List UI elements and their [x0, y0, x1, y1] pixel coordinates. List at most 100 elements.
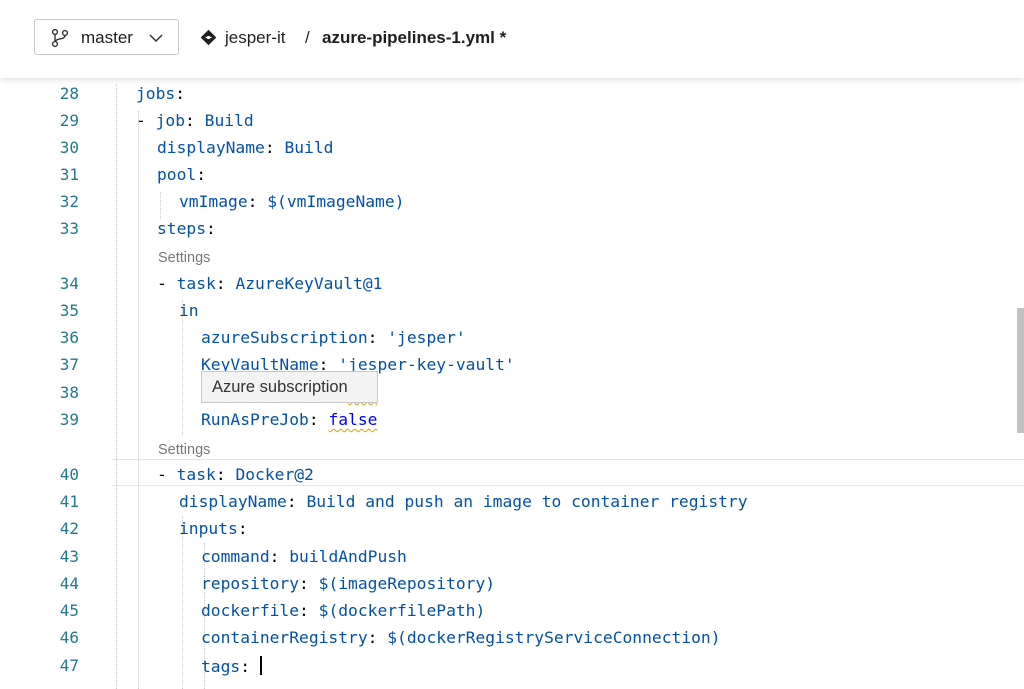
line-number: 38 [59, 383, 79, 402]
yaml-dash: - [157, 274, 177, 293]
code-line: 46 containerRegistry: $(dockerRegistrySe… [0, 624, 1024, 651]
yaml-colon: : [264, 138, 285, 157]
yaml-key: pool [157, 165, 197, 184]
yaml-key: inputs [179, 519, 238, 538]
yaml-dash: - [157, 465, 177, 484]
yaml-value: false [328, 410, 378, 429]
yaml-key: task [176, 465, 216, 484]
line-number: 46 [59, 628, 79, 647]
branch-name: master [81, 28, 133, 47]
yaml-key: displayName [179, 492, 287, 511]
line-number: 29 [59, 111, 79, 130]
hover-tooltip: Azure subscription [201, 371, 378, 403]
code-line: 33 steps: [0, 215, 1024, 242]
code-line: 34 - task: AzureKeyVault@1 [0, 270, 1024, 297]
repo-diamond-icon [200, 29, 217, 46]
code-line: 45 dockerfile: $(dockerfilePath) [0, 597, 1024, 624]
yaml-colon: : [237, 519, 248, 538]
code-line: 31 pool: [0, 161, 1024, 188]
line-number: 42 [59, 519, 79, 538]
vertical-scrollbar[interactable] [1017, 308, 1024, 433]
line-number: 35 [59, 301, 79, 320]
yaml-key: jobs [136, 84, 176, 103]
yaml-colon: : [206, 219, 216, 238]
yaml-colon: : [240, 657, 260, 676]
yaml-value: $(imageRepository) [318, 574, 496, 593]
yaml-colon: : [247, 192, 268, 211]
yaml-colon: : [196, 165, 207, 184]
yaml-key: azureSubscription [201, 328, 368, 347]
yaml-colon: : [367, 628, 388, 647]
yaml-colon: : [299, 574, 319, 593]
editor-header: master jesper-it / azure-pipelines-1.yml… [0, 0, 1024, 78]
line-number: 45 [59, 601, 79, 620]
yaml-key: task [176, 274, 216, 293]
code-line: 43 command: buildAndPush [0, 543, 1024, 570]
yaml-colon: : [367, 328, 388, 347]
line-number: 40 [59, 465, 79, 484]
line-number: 34 [59, 274, 79, 293]
yaml-colon: : [269, 547, 290, 566]
yaml-value: Build and push an image to container reg… [306, 492, 748, 511]
yaml-value: 'jesper' [387, 328, 466, 347]
code-line: 38 SecretsFilter: '*' [0, 379, 1024, 406]
yaml-colon: : [215, 274, 236, 293]
text-cursor [259, 656, 262, 675]
yaml-value: Docker@2 [235, 465, 314, 484]
line-number: 33 [59, 219, 79, 238]
yaml-colon: : [286, 492, 307, 511]
line-number: 32 [59, 192, 79, 211]
code-line: 36 azureSubscription: 'jesper' [0, 324, 1024, 351]
yaml-colon: : [299, 601, 319, 620]
code-line: 47 tags: [0, 652, 1024, 679]
yaml-value: Build [204, 111, 254, 130]
line-number: 28 [59, 84, 79, 103]
branch-selector[interactable]: master [34, 19, 179, 55]
code-line: 44 repository: $(imageRepository) [0, 570, 1024, 597]
yaml-value: $(dockerfilePath) [318, 601, 486, 620]
breadcrumb-repo[interactable]: jesper-it [225, 28, 285, 48]
yaml-key: dockerfile [201, 601, 300, 620]
git-branch-icon [51, 28, 69, 48]
code-line: 32 vmImage: $(vmImageName) [0, 188, 1024, 215]
yaml-dash: - [136, 111, 156, 130]
settings-codelens[interactable]: Settings [158, 442, 210, 458]
line-number: 41 [59, 492, 79, 511]
code-line: 40 - task: Docker@2 [0, 461, 1024, 488]
settings-codelens[interactable]: Settings [158, 250, 210, 266]
code-line: 29 - job: Build [0, 107, 1024, 134]
line-number: 44 [59, 574, 79, 593]
yaml-key: job [155, 111, 186, 130]
yaml-value: AzureKeyVault@1 [235, 274, 383, 293]
code-line: 37 KeyVaultName: 'jesper-key-vault' [0, 351, 1024, 378]
code-line: 35 in [0, 297, 1024, 324]
line-number: 37 [59, 355, 79, 374]
yaml-key: command [201, 547, 270, 566]
yaml-key: tags [201, 657, 241, 676]
line-number: 30 [59, 138, 79, 157]
yaml-colon: : [185, 111, 205, 130]
breadcrumb-separator: / [305, 28, 310, 47]
code-line: 30 displayName: Build [0, 134, 1024, 161]
line-number: 43 [59, 547, 79, 566]
yaml-colon: : [175, 84, 186, 103]
chevron-down-icon [149, 34, 163, 43]
yaml-key: displayName [157, 138, 265, 157]
yaml-colon: : [215, 465, 236, 484]
line-number: 47 [59, 656, 79, 675]
breadcrumb-file: azure-pipelines-1.yml * [322, 28, 507, 47]
yaml-value: Build [284, 138, 334, 157]
code-editor[interactable]: 28 jobs: 29 - job: Build 30 displayName:… [0, 78, 1024, 689]
code-line: 42 inputs: [0, 515, 1024, 542]
yaml-key: repository [201, 574, 300, 593]
yaml-key: steps [157, 219, 207, 238]
line-number: 31 [59, 165, 79, 184]
yaml-value: $(dockerRegistryServiceConnection) [387, 628, 721, 647]
yaml-value: $(vmImageName) [267, 192, 405, 211]
code-line: 28 jobs: [0, 80, 1024, 107]
yaml-key: in [179, 301, 199, 320]
yaml-key: vmImage [179, 192, 248, 211]
code-line: 41 displayName: Build and push an image … [0, 488, 1024, 515]
yaml-key: RunAsPreJob [201, 410, 309, 429]
yaml-value: buildAndPush [289, 547, 407, 566]
